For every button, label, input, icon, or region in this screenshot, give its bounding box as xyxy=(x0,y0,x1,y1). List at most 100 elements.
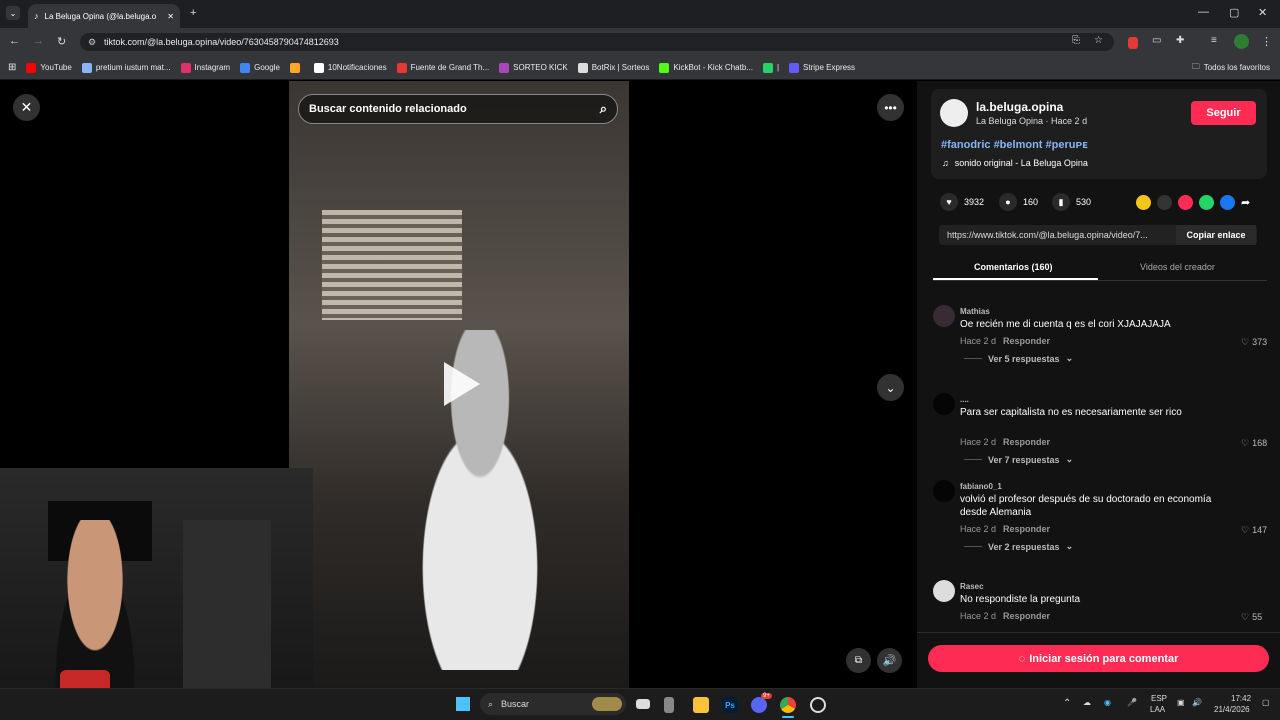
bookmark-item[interactable]: Instagram xyxy=(180,62,230,73)
address-bar[interactable]: tiktok.com/@la.beluga.opina/video/763045… xyxy=(80,33,1114,51)
comment-username[interactable]: fabiano0_1 xyxy=(960,482,1002,491)
view-replies-button[interactable]: Ver 5 respuestas ⌄ xyxy=(964,353,1073,364)
sound-row[interactable]: ♫ sonido original - La Beluga Opina xyxy=(942,158,1088,168)
bookmark-item[interactable]: | xyxy=(762,62,779,73)
forward-icon[interactable]: → xyxy=(33,35,44,47)
tray-overflow-icon[interactable]: ⌃ xyxy=(1063,698,1071,709)
comment-avatar[interactable] xyxy=(933,393,955,415)
reload-icon[interactable]: ↻ xyxy=(57,35,66,48)
hashtags[interactable]: #fanodric #belmont #peruᴘᴇ xyxy=(941,139,1088,151)
share-more-icon[interactable]: ➦ xyxy=(1241,196,1250,209)
discord-icon[interactable] xyxy=(751,697,767,713)
reply-button[interactable]: Responder xyxy=(1003,524,1050,534)
close-viewer-button[interactable]: ✕ xyxy=(13,94,40,121)
bookmark-item[interactable]: Google xyxy=(240,62,280,73)
share-facebook-icon[interactable] xyxy=(1220,195,1235,210)
volume-icon[interactable]: 🔊 xyxy=(1192,698,1202,707)
reply-button[interactable]: Responder xyxy=(1003,336,1050,346)
more-options-button[interactable]: ••• xyxy=(877,94,904,121)
clock-time[interactable]: 17:42 xyxy=(1231,694,1251,703)
share-repost-icon[interactable] xyxy=(1136,195,1151,210)
view-replies-button[interactable]: Ver 2 respuestas ⌄ xyxy=(964,541,1073,552)
bookmark-label: pretium iustum mat... xyxy=(95,63,171,72)
all-bookmarks[interactable]: 🗀 Todos los favoritos xyxy=(1192,61,1270,75)
bookmark-item[interactable]: Fuente de Grand Th... xyxy=(396,62,489,73)
share-send-icon[interactable] xyxy=(1178,195,1193,210)
apps-grid-icon[interactable]: ⊞ xyxy=(8,62,16,73)
clock-date[interactable]: 21/4/2026 xyxy=(1214,705,1250,714)
comment-like[interactable]: ♡ 168 xyxy=(1241,438,1267,449)
tray-microphone-icon[interactable]: 🎤 xyxy=(1127,698,1137,707)
bookmark-item[interactable]: 10Notificaciones xyxy=(313,62,387,73)
extension-icon[interactable] xyxy=(1128,37,1138,49)
minimize-button[interactable]: — xyxy=(1198,6,1209,18)
file-explorer-icon[interactable] xyxy=(693,697,709,713)
close-window-button[interactable]: ✕ xyxy=(1258,6,1267,19)
bookmark-item[interactable]: pretium iustum mat... xyxy=(81,62,171,73)
comment-like[interactable]: ♡ 55 xyxy=(1241,612,1262,623)
next-video-button[interactable]: ⌄ xyxy=(877,374,904,401)
taskbar-search[interactable]: ⌕ Buscar xyxy=(480,693,626,715)
photoshop-icon[interactable]: Ps xyxy=(722,697,738,713)
comment-username[interactable]: .... xyxy=(960,395,969,404)
new-tab-button[interactable]: + xyxy=(190,7,196,19)
chrome-icon[interactable] xyxy=(780,697,796,713)
close-tab-icon[interactable]: ✕ xyxy=(167,12,174,21)
reply-button[interactable]: Responder xyxy=(1003,437,1050,447)
share-whatsapp-icon[interactable] xyxy=(1199,195,1214,210)
like-stat[interactable]: ♥ 3932 xyxy=(940,193,984,211)
tab-search-button[interactable]: ⌄ xyxy=(6,6,20,20)
chrome-menu-icon[interactable]: ⋮ xyxy=(1261,35,1272,48)
follow-button[interactable]: Seguir xyxy=(1191,101,1256,125)
share-embed-icon[interactable] xyxy=(1157,195,1172,210)
floating-player-button[interactable]: ⧉ xyxy=(846,648,871,673)
tab-comments[interactable]: Comentarios (160) xyxy=(974,262,1053,272)
notifications-icon[interactable]: ▢ xyxy=(1262,698,1270,707)
bookmark-item[interactable]: Stripe Express xyxy=(789,62,855,73)
comment-username[interactable]: Rasec xyxy=(960,582,984,591)
login-to-comment-button[interactable]: ◌ Iniciar sesión para comentar xyxy=(928,645,1269,672)
bookmark-star-icon[interactable]: ☆ xyxy=(1094,35,1103,46)
site-info-icon[interactable]: ⚙ xyxy=(88,37,96,48)
tray-onedrive-icon[interactable]: ☁ xyxy=(1083,698,1091,707)
creator-avatar[interactable] xyxy=(940,99,968,127)
comment-stat[interactable]: ● 160 xyxy=(999,193,1038,211)
install-app-icon[interactable]: ⎘ xyxy=(1072,35,1080,46)
bookmark-item[interactable] xyxy=(289,62,304,73)
comment-username[interactable]: Mathias xyxy=(960,307,990,316)
comment-avatar[interactable] xyxy=(933,580,955,602)
reply-button[interactable]: Responder xyxy=(1003,611,1050,621)
creator-username[interactable]: la.beluga.opina xyxy=(976,100,1063,114)
taskbar-app-icon-2[interactable] xyxy=(810,697,826,713)
extension-icon-2[interactable]: ▭ xyxy=(1152,35,1161,46)
play-icon[interactable] xyxy=(444,362,480,406)
media-control-icon[interactable]: ≡ xyxy=(1211,35,1217,46)
tray-app-icon[interactable]: ◉ xyxy=(1104,698,1111,707)
bookmark-item[interactable]: BotRix | Sorteos xyxy=(577,62,649,73)
comment-like[interactable]: ♡ 373 xyxy=(1241,337,1267,348)
task-view-icon[interactable] xyxy=(636,699,650,709)
save-stat[interactable]: ▮ 530 xyxy=(1052,193,1091,211)
view-replies-button[interactable]: Ver 7 respuestas ⌄ xyxy=(964,454,1073,465)
bookmark-item[interactable]: YouTube xyxy=(26,62,72,73)
search-icon[interactable]: ⌕ xyxy=(600,101,607,117)
windows-start-icon[interactable] xyxy=(456,697,470,711)
keyboard-language-layout[interactable]: LAA xyxy=(1150,705,1165,714)
volume-button[interactable]: 🔊 xyxy=(877,648,902,673)
browser-tab[interactable]: ♪ La Beluga Opina (@la.beluga.o ✕ xyxy=(28,4,180,28)
comment-avatar[interactable] xyxy=(933,305,955,327)
keyboard-language-lang[interactable]: ESP xyxy=(1151,694,1167,703)
related-search-input[interactable]: Buscar contenido relacionado ⌕ xyxy=(298,94,618,124)
comment-like[interactable]: ♡ 147 xyxy=(1241,525,1267,536)
back-icon[interactable]: ← xyxy=(9,35,20,47)
extensions-puzzle-icon[interactable]: ✚ xyxy=(1176,35,1184,46)
network-icon[interactable]: ▣ xyxy=(1177,698,1185,707)
taskbar-app-icon[interactable] xyxy=(664,697,674,713)
copy-link-button[interactable]: Copiar enlace xyxy=(1176,225,1256,245)
maximize-button[interactable]: ▢ xyxy=(1229,6,1239,19)
tab-creator-videos[interactable]: Videos del creador xyxy=(1140,262,1215,272)
bookmark-item[interactable]: KickBot - Kick Chatb... xyxy=(659,62,753,73)
comment-avatar[interactable] xyxy=(933,480,955,502)
bookmark-item[interactable]: SORTEO KICK xyxy=(499,62,568,73)
profile-avatar[interactable] xyxy=(1234,34,1249,49)
